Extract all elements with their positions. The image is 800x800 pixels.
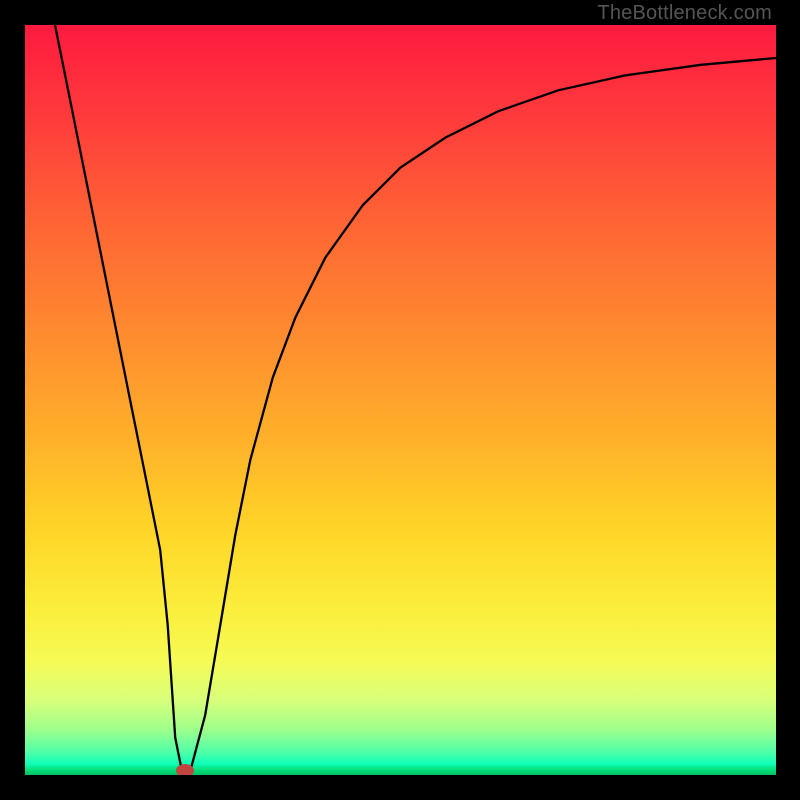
curve-layer [25,25,776,775]
watermark-text: TheBottleneck.com [597,2,772,25]
plot-area [25,25,776,775]
chart-frame: TheBottleneck.com [0,0,800,800]
bottleneck-curve [55,25,776,775]
